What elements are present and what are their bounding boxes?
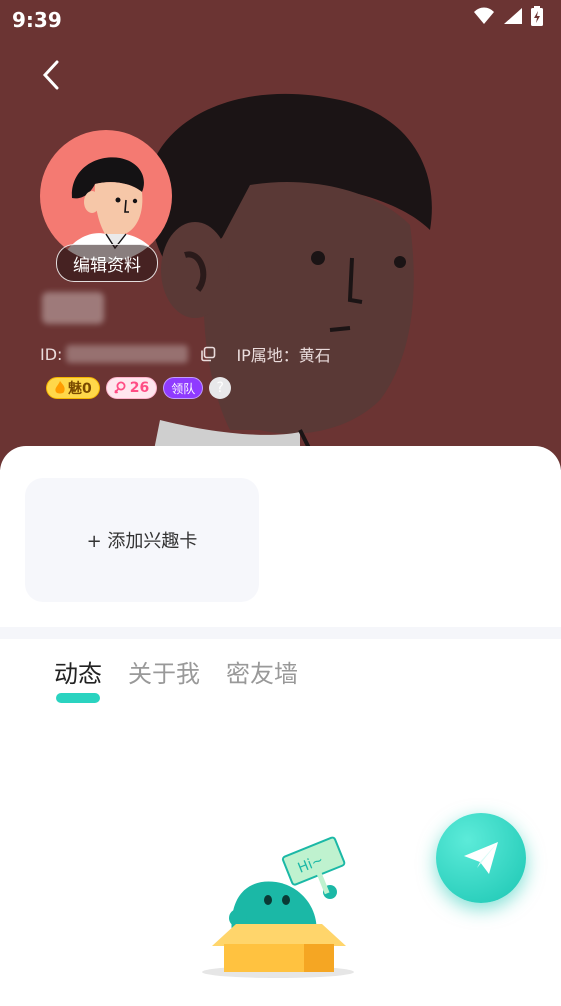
- status-time: 9:39: [12, 8, 62, 32]
- wifi-icon: [474, 7, 494, 24]
- section-divider: [0, 627, 561, 639]
- edit-profile-button[interactable]: 编辑资料: [56, 244, 158, 282]
- profile-tabs: 动态 关于我 密友墙: [54, 654, 298, 703]
- id-row: ID: IP属地：黄石: [40, 342, 331, 366]
- chevron-left-icon: [42, 60, 59, 90]
- profile-content: + 添加兴趣卡 动态 关于我 密友墙 Hi~: [0, 446, 561, 1006]
- level-badge[interactable]: 26: [105, 377, 158, 399]
- status-bar: 9:39: [0, 0, 561, 38]
- tab-about-me[interactable]: 关于我: [128, 654, 200, 689]
- gender-female-icon: [114, 381, 126, 394]
- back-button[interactable]: [34, 58, 68, 92]
- avatar-image: [60, 157, 160, 262]
- badge-row: 魅0 26 领队 ?: [46, 377, 232, 399]
- avatar[interactable]: [40, 130, 172, 262]
- paper-plane-icon: [464, 842, 498, 874]
- id-value-redacted: [66, 345, 189, 363]
- charm-badge[interactable]: 魅0: [46, 377, 100, 399]
- charm-badge-label: 魅0: [68, 381, 92, 397]
- status-icons: [473, 6, 543, 26]
- tab-moments[interactable]: 动态: [54, 654, 102, 703]
- tab-friend-wall-label: 密友墙: [226, 660, 298, 688]
- send-post-button[interactable]: [436, 813, 526, 903]
- tab-about-me-label: 关于我: [128, 660, 200, 688]
- tab-moments-label: 动态: [54, 660, 102, 688]
- tab-active-indicator: [56, 693, 100, 703]
- empty-state-illustration: Hi~: [202, 836, 354, 978]
- help-icon[interactable]: ?: [209, 377, 232, 399]
- ip-location: IP属地：黄石: [236, 346, 331, 365]
- profile-banner: 9:39 编辑资料 ID: IP属地：黄石 魅0 26 领队 ?: [0, 0, 561, 470]
- level-badge-label: 26: [129, 380, 150, 396]
- flame-icon: [55, 381, 65, 394]
- battery-charging-icon: [531, 6, 543, 26]
- tab-friend-wall[interactable]: 密友墙: [226, 654, 298, 689]
- nickname-redacted: [42, 292, 104, 324]
- signal-icon: [504, 8, 522, 24]
- add-interest-card-button[interactable]: + 添加兴趣卡: [25, 478, 259, 602]
- team-leader-badge[interactable]: 领队: [163, 377, 204, 399]
- copy-icon[interactable]: [200, 346, 216, 362]
- id-label: ID:: [40, 344, 63, 364]
